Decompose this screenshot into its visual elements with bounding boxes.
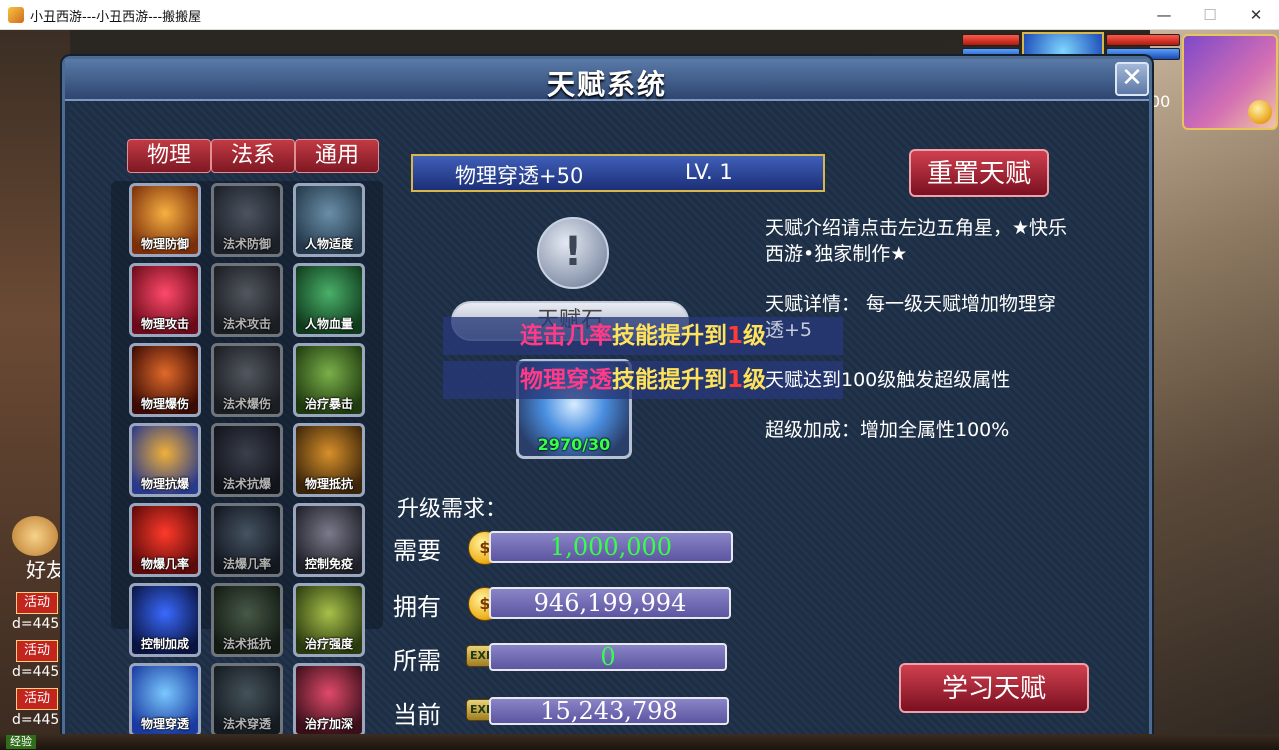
activity-badge[interactable]: 活动	[16, 592, 58, 614]
window-title: 小丑西游---小丑西游---搬搬屋	[30, 10, 202, 25]
skill-label: 治疗加深	[304, 717, 353, 731]
talent-name-bar: 物理穿透+50 LV. 1	[411, 154, 825, 192]
required-gold-label: 需要	[393, 537, 441, 565]
owned-gold-value: 946,199,994	[489, 587, 731, 619]
skill-slot[interactable]: 物理攻击	[129, 263, 201, 337]
current-exp-label: 当前	[393, 701, 441, 729]
talent-panel: 天赋系统 ✕ 物理 法系 通用 物理防御 法术防御 人物适度物理攻击 法术攻击 人物血量…	[62, 56, 1152, 742]
skill-slot[interactable]: 法术攻击	[211, 263, 283, 337]
skill-label: 物理防御	[140, 237, 189, 251]
tab-general[interactable]: 通用	[295, 139, 379, 173]
skill-slot[interactable]: 物理防御	[129, 183, 201, 257]
panel-title-bar: 天赋系统 ✕	[65, 59, 1149, 101]
detail-line-2: 透+5	[765, 319, 813, 341]
coord-text: d=4457	[12, 664, 69, 680]
owned-gold-label: 拥有	[393, 593, 441, 621]
trigger-text: 天赋达到100级触发超级属性	[765, 369, 1011, 391]
bottom-bar	[0, 734, 1279, 750]
talent-name: 物理穿透+50	[455, 164, 584, 188]
skill-slot[interactable]: 人物适度	[293, 183, 365, 257]
skill-slot[interactable]: 物理抗爆	[129, 423, 201, 497]
skill-slot[interactable]: 治疗加深	[293, 663, 365, 737]
close-window-button[interactable]: ✕	[1244, 4, 1268, 26]
skill-label: 人物适度	[304, 237, 353, 251]
skill-slot[interactable]: 物理穿透	[129, 663, 201, 737]
hud-partial-text: 00	[1150, 92, 1171, 111]
panel-close-button[interactable]: ✕	[1115, 62, 1149, 96]
skill-label: 物理抵抗	[304, 477, 353, 491]
skill-slot[interactable]: 物爆几率	[129, 503, 201, 577]
maximize-button[interactable]: ☐	[1198, 4, 1222, 26]
app-icon	[8, 7, 24, 23]
skill-slot[interactable]: 法术爆伤	[211, 343, 283, 417]
skill-slot[interactable]: 法爆几率	[211, 503, 283, 577]
skill-slot[interactable]: 法术抵抗	[211, 583, 283, 657]
coord-text: d=4457	[12, 616, 69, 632]
skill-label: 法术抵抗	[222, 637, 271, 651]
required-exp-value: 0	[489, 643, 727, 671]
skill-label: 物理抗爆	[140, 477, 189, 491]
skill-label: 治疗暴击	[304, 397, 353, 411]
required-exp-label: 所需	[393, 647, 441, 675]
skill-label: 法术穿透	[222, 717, 271, 731]
friends-label[interactable]: 好友	[26, 554, 66, 583]
skill-label: 法术攻击	[222, 317, 271, 331]
hp-bar-2	[1106, 34, 1180, 46]
skill-slot[interactable]: 法术穿透	[211, 663, 283, 737]
skill-label: 物理爆伤	[140, 397, 189, 411]
skill-slot[interactable]: 物理抵抗	[293, 423, 365, 497]
activity-badge[interactable]: 活动	[16, 688, 58, 710]
learn-talent-button[interactable]: 学习天赋	[899, 663, 1089, 713]
intro-line-1: 天赋介绍请点击左边五角星，★快乐	[765, 217, 1068, 239]
skill-label: 法术抗爆	[222, 477, 271, 491]
coord-text: d=4457	[12, 712, 69, 728]
coin-icon	[1248, 100, 1272, 124]
talent-level: LV. 1	[685, 160, 733, 184]
current-exp-value: 15,243,798	[489, 697, 729, 725]
tab-magic[interactable]: 法系	[211, 139, 295, 173]
skill-slot[interactable]: 法术抗爆	[211, 423, 283, 497]
panel-title: 天赋系统	[546, 68, 667, 101]
skill-label: 物理穿透	[140, 717, 189, 731]
requirements-title: 升级需求：	[397, 497, 508, 522]
window-titlebar: 小丑西游---小丑西游---搬搬屋 — ☐ ✕	[0, 0, 1279, 30]
game-viewport: 00 好友 活动 d=4457 活动 d=4457 活动 d=4457 天赋系统…	[0, 30, 1279, 750]
detail-line-1: 天赋详情： 每一级天赋增加物理穿	[765, 293, 1057, 315]
skill-slot[interactable]: 人物血量	[293, 263, 365, 337]
skill-label: 治疗强度	[304, 637, 353, 651]
skill-label: 人物血量	[304, 317, 353, 331]
skill-label: 法术爆伤	[222, 397, 271, 411]
skill-label: 物理攻击	[140, 317, 189, 331]
handshake-icon[interactable]	[12, 516, 58, 556]
exp-bar-label: 经验	[6, 735, 36, 749]
activity-badge[interactable]: 活动	[16, 640, 58, 662]
skill-slot[interactable]: 治疗暴击	[293, 343, 365, 417]
skill-slot[interactable]: 治疗强度	[293, 583, 365, 657]
minimize-button[interactable]: —	[1152, 4, 1176, 26]
background-right	[1150, 30, 1279, 750]
skill-label: 法术防御	[222, 237, 271, 251]
intro-line-2: 西游•独家制作★	[765, 243, 908, 265]
reset-talent-button[interactable]: 重置天赋	[909, 149, 1049, 197]
skill-slot[interactable]: 法术防御	[211, 183, 283, 257]
skill-label: 法爆几率	[222, 557, 271, 571]
skill-slot[interactable]: 物理爆伤	[129, 343, 201, 417]
required-gold-value: 1,000,000	[489, 531, 733, 563]
exclamation-icon[interactable]: !	[537, 217, 609, 289]
super-bonus-text: 超级加成：增加全属性100%	[765, 419, 1010, 441]
tab-physical[interactable]: 物理	[127, 139, 211, 173]
hp-bar	[962, 34, 1020, 46]
talent-stone-count: 2970/30	[537, 435, 611, 454]
skill-slot[interactable]: 控制加成	[129, 583, 201, 657]
skill-label: 控制加成	[140, 637, 189, 651]
skill-label: 物爆几率	[140, 557, 189, 571]
skill-label: 控制免疫	[304, 557, 353, 571]
skill-slot[interactable]: 控制免疫	[293, 503, 365, 577]
